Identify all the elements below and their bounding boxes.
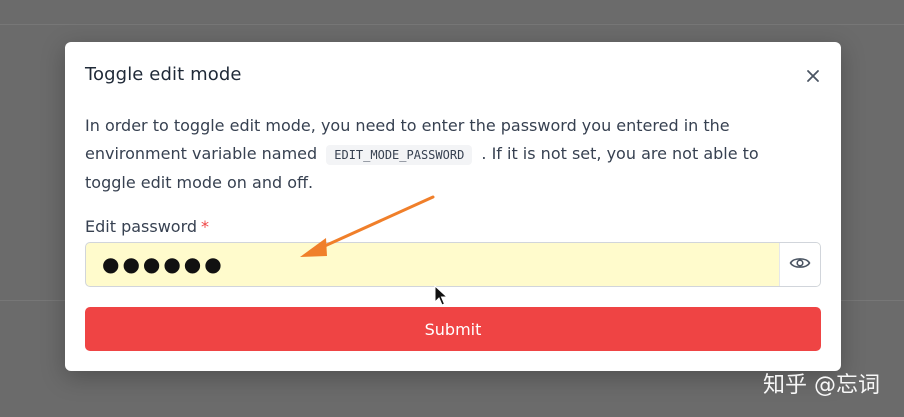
required-mark: *: [201, 217, 210, 236]
eye-icon[interactable]: [789, 255, 811, 275]
dialog-title: Toggle edit mode: [85, 64, 242, 85]
edit-mode-dialog: Toggle edit mode In order to toggle edit…: [65, 42, 841, 371]
password-value[interactable]: ●●●●●●: [102, 252, 225, 276]
close-icon[interactable]: [803, 66, 823, 86]
password-field[interactable]: ●●●●●●: [85, 242, 821, 287]
watermark: 知乎 @忘词: [763, 373, 880, 398]
submit-button[interactable]: Submit: [85, 307, 821, 351]
mouse-pointer: [434, 285, 449, 306]
dialog-description: In order to toggle edit mode, you need t…: [85, 112, 805, 197]
background-divider-top: [0, 24, 904, 25]
toggle-visibility-button[interactable]: [779, 243, 820, 286]
field-label: Edit password *: [85, 217, 209, 236]
field-label-text: Edit password: [85, 217, 198, 236]
env-var-code: EDIT_MODE_PASSWORD: [326, 144, 473, 165]
